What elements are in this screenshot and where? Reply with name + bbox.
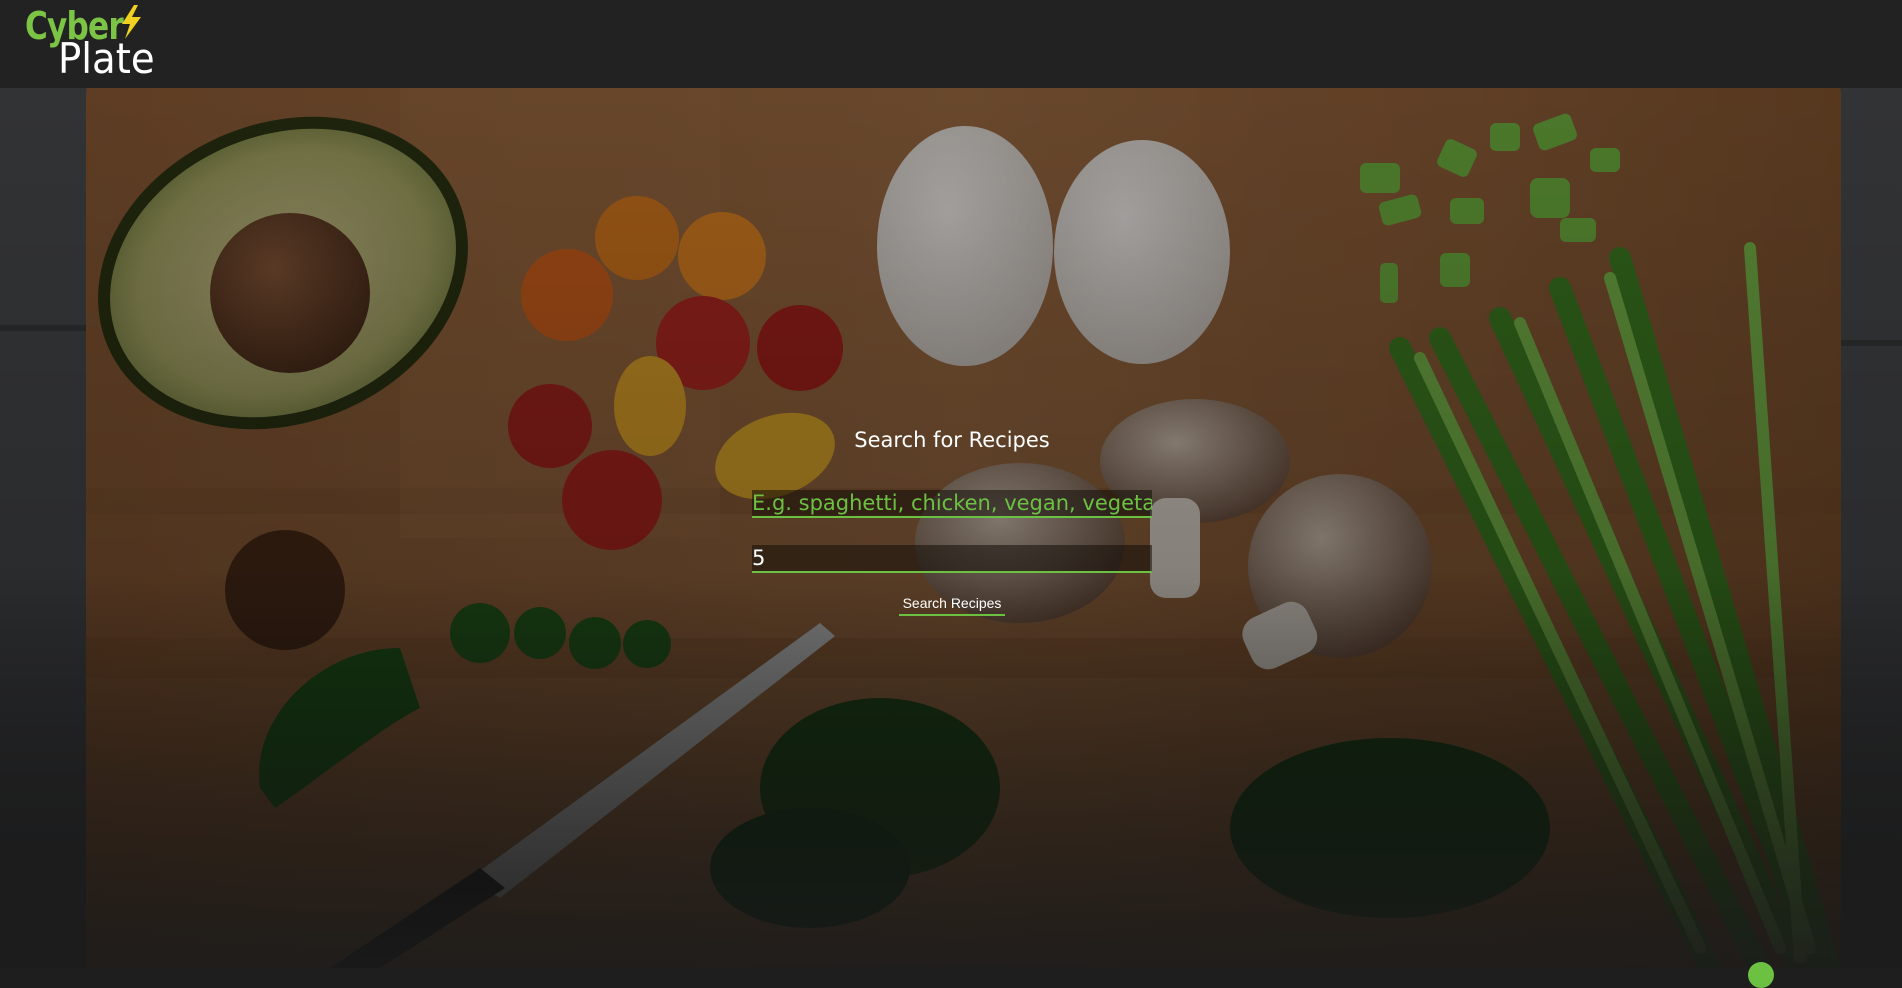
- hero-section: Search for Recipes Search Recipes: [0, 88, 1902, 968]
- scroll-indicator-icon[interactable]: [1748, 962, 1774, 988]
- search-recipes-button[interactable]: Search Recipes: [899, 592, 1005, 616]
- recipe-query-input[interactable]: [752, 490, 1152, 518]
- search-title: Search for Recipes: [854, 428, 1050, 452]
- site-header: Cyber Plate: [0, 0, 1902, 88]
- hero-background-image: [0, 88, 1902, 968]
- logo-text-plate: Plate: [58, 34, 155, 83]
- site-logo[interactable]: Cyber Plate: [25, 4, 165, 82]
- recipe-count-input[interactable]: [752, 545, 1152, 573]
